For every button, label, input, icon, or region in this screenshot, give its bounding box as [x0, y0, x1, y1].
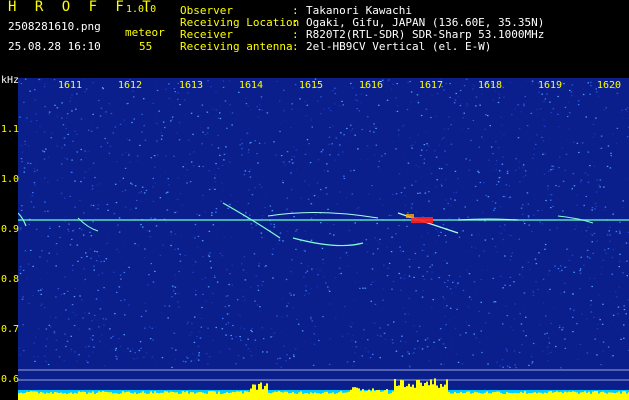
hot-spot [411, 217, 433, 223]
spectrogram-background [18, 78, 629, 400]
x-tick-label: 1614 [239, 80, 264, 91]
spectrogram [18, 78, 629, 400]
app-version: 1.0.0 [126, 4, 157, 15]
meteor-count: 55 [139, 40, 153, 53]
x-tick-label: 1611 [58, 80, 83, 91]
antenna-label: Receiving antenna [180, 40, 293, 53]
x-tick-label: 1612 [118, 80, 143, 91]
x-tick-label: 1618 [478, 80, 503, 91]
x-tick-label: 1613 [179, 80, 204, 91]
y-tick-label: 0.7 [1, 324, 20, 335]
antenna-value: 2el-HB9CV Vertical (el. E-W) [306, 40, 492, 53]
y-tick-label: 0.8 [1, 274, 20, 285]
y-tick-label: 1.0 [1, 174, 20, 185]
y-tick-label: 0.6 [1, 374, 20, 385]
x-tick-label: 1619 [538, 80, 563, 91]
antenna-colon: : [292, 40, 299, 53]
spectrogram-canvas [18, 78, 629, 400]
y-tick-label: 0.9 [1, 224, 20, 235]
x-tick-label: 1620 [597, 80, 622, 91]
x-tick-label: 1616 [359, 80, 384, 91]
header-panel: H R O F F T 1.0.0 2508281610.png 25.08.2… [0, 0, 629, 78]
x-tick-label: 1617 [419, 80, 444, 91]
y-tick-label: 1.1 [1, 124, 20, 135]
date-time: 25.08.28 16:10 [8, 40, 101, 53]
x-tick-label: 1615 [299, 80, 324, 91]
file-name: 2508281610.png [8, 20, 101, 33]
y-axis-unit: kHz [1, 75, 20, 86]
meteor-label: meteor [125, 26, 165, 39]
warm-spot [406, 214, 414, 218]
